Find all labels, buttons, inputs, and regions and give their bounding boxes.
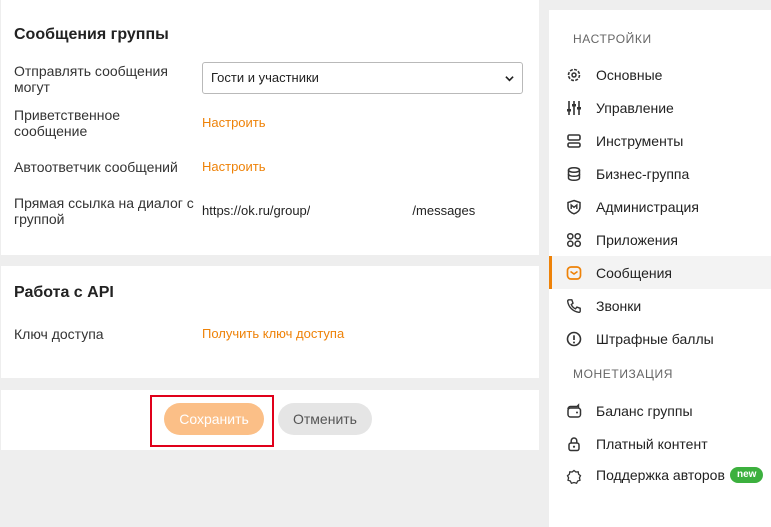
sidebar-item-label: Управление	[596, 99, 674, 116]
sidebar-item-label: Инструменты	[596, 132, 684, 149]
badge-icon	[566, 469, 582, 484]
settings-sidebar: НАСТРОЙКИ Основные Управление Инструмент…	[549, 10, 771, 527]
sidebar-item-label: Поддержка авторов	[596, 467, 725, 483]
lock-icon	[568, 437, 580, 452]
autoreply-configure-link[interactable]: Настроить	[202, 159, 266, 175]
alert-circle-icon	[566, 331, 582, 347]
sidebar-item-business[interactable]: Бизнес-группа	[549, 157, 771, 190]
direct-link-value: https://ok.ru/group/ /messages	[202, 203, 475, 219]
access-key-label: Ключ доступа	[14, 326, 104, 342]
chevron-down-icon	[505, 76, 514, 82]
send-messages-select[interactable]: Гости и участники	[202, 62, 523, 94]
sidebar-item-label: Сообщения	[596, 264, 672, 281]
actions-card	[1, 390, 539, 450]
sidebar-item-label: Штрафные баллы	[596, 330, 714, 347]
sidebar-item-author-support[interactable]: Поддержка авторов new	[549, 460, 771, 508]
send-messages-selected-value: Гости и участники	[211, 70, 319, 85]
message-icon	[566, 266, 582, 280]
gear-icon	[567, 68, 581, 82]
sidebar-item-label: Платный контент	[596, 435, 708, 452]
wallet-icon	[567, 403, 582, 418]
direct-link-label: Прямая ссылка на диалог с группой	[14, 195, 194, 227]
direct-link-prefix: https://ok.ru/group/	[202, 203, 311, 218]
sidebar-item-label: Основные	[596, 66, 663, 83]
settings-section-header: НАСТРОЙКИ	[573, 32, 652, 46]
send-messages-label: Отправлять сообщения могут	[14, 63, 168, 95]
sliders-icon	[567, 101, 581, 115]
sidebar-item-group-balance[interactable]: Баланс группы	[549, 394, 771, 427]
api-settings-card: Работа с API Ключ доступа Получить ключ …	[1, 266, 539, 378]
messages-settings-card: Сообщения группы Отправлять сообщения мо…	[1, 0, 539, 255]
sidebar-item-management[interactable]: Управление	[549, 91, 771, 124]
sidebar-item-messages[interactable]: Сообщения	[549, 256, 771, 289]
sidebar-item-label: Баланс группы	[596, 402, 693, 419]
phone-icon	[566, 299, 581, 314]
apps-grid-icon	[566, 232, 582, 248]
cancel-button[interactable]: Отменить	[278, 403, 372, 435]
sidebar-item-label: Бизнес-группа	[596, 165, 690, 182]
api-card-title: Работа с API	[14, 284, 114, 301]
messages-card-title: Сообщения группы	[14, 26, 169, 43]
sidebar-item-administration[interactable]: Администрация	[549, 190, 771, 223]
sidebar-item-penalty-points[interactable]: Штрафные баллы	[549, 322, 771, 355]
sidebar-item-label: Администрация	[596, 198, 699, 215]
sidebar-item-main[interactable]: Основные	[549, 58, 771, 91]
sidebar-item-paid-content[interactable]: Платный контент	[549, 427, 771, 460]
welcome-configure-link[interactable]: Настроить	[202, 115, 266, 131]
shield-icon	[567, 199, 581, 215]
sidebar-item-label: Звонки	[596, 297, 642, 314]
sidebar-item-apps[interactable]: Приложения	[549, 223, 771, 256]
sidebar-item-calls[interactable]: Звонки	[549, 289, 771, 322]
settings-main: Сообщения группы Отправлять сообщения мо…	[0, 0, 539, 527]
welcome-message-label: Приветственное сообщение	[14, 107, 121, 139]
save-button[interactable]: Сохранить	[164, 403, 264, 435]
database-icon	[567, 166, 581, 182]
tools-icon	[567, 134, 581, 148]
sidebar-item-tools[interactable]: Инструменты	[549, 124, 771, 157]
direct-link-suffix: /messages	[412, 203, 476, 218]
sidebar-item-label: Приложения	[596, 231, 678, 248]
new-badge: new	[730, 467, 764, 483]
get-access-key-link[interactable]: Получить ключ доступа	[202, 326, 344, 342]
monetization-section-header: МОНЕТИЗАЦИЯ	[573, 367, 673, 381]
autoreply-label: Автоответчик сообщений	[14, 159, 178, 175]
redacted-group-id	[310, 204, 413, 219]
